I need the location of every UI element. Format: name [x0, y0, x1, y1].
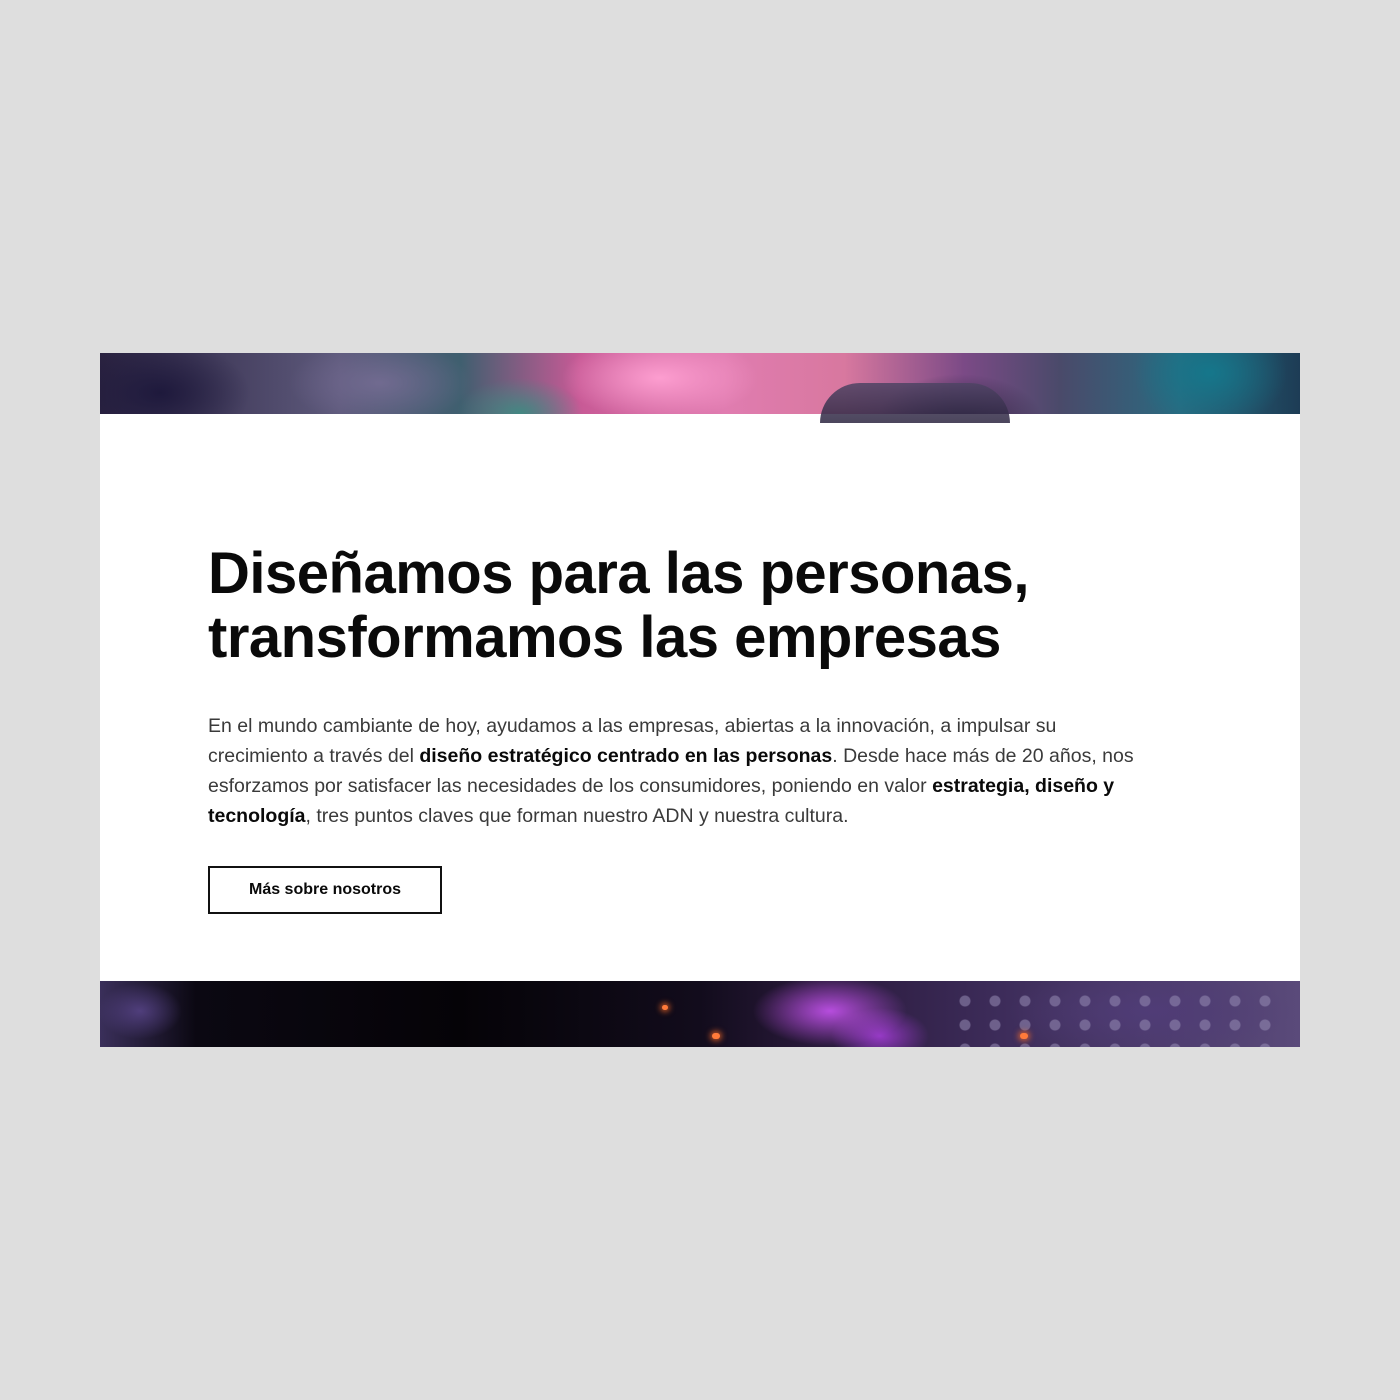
- mixer-led-decoration: [1020, 1033, 1028, 1039]
- mixer-knobs-decoration: [950, 989, 1280, 1047]
- description-line-1: En el mundo cambiante de hoy, ayudamos a…: [208, 715, 1057, 737]
- hero-description: En el mundo cambiante de hoy, ayudamos a…: [208, 711, 1198, 831]
- description-text: esforzamos por satisfacer las necesidade…: [208, 775, 933, 797]
- description-highlight: estrategia, diseño y: [932, 775, 1115, 797]
- description-highlight: tecnología: [208, 805, 306, 827]
- hero-headline-line-1: Diseñamos para las personas,: [208, 541, 1029, 606]
- description-highlight: diseño estratégico centrado en las perso…: [419, 745, 833, 767]
- mixer-led-decoration: [662, 1005, 668, 1010]
- hero-headline-line-2: transformamos las empresas: [208, 605, 1001, 670]
- hero-photo-bottom: [100, 981, 1300, 1047]
- description-line-4: tecnología, tres puntos claves que forma…: [208, 801, 1198, 831]
- mixer-led-decoration: [712, 1033, 720, 1039]
- description-text: crecimiento a través del: [208, 745, 420, 767]
- about-us-button[interactable]: Más sobre nosotros: [208, 866, 442, 914]
- description-line-3: esforzamos por satisfacer las necesidade…: [208, 771, 1198, 801]
- description-line-2: crecimiento a través del diseño estratég…: [208, 741, 1198, 771]
- hero-headline: Diseñamos para las personas, transformam…: [208, 542, 1198, 670]
- description-text: . Desde hace más de 20 años, nos: [832, 745, 1134, 767]
- hero-section: Diseñamos para las personas, transformam…: [100, 353, 1300, 1047]
- description-text: , tres puntos claves que forman nuestro …: [305, 805, 849, 827]
- hero-photo-top: [100, 353, 1300, 423]
